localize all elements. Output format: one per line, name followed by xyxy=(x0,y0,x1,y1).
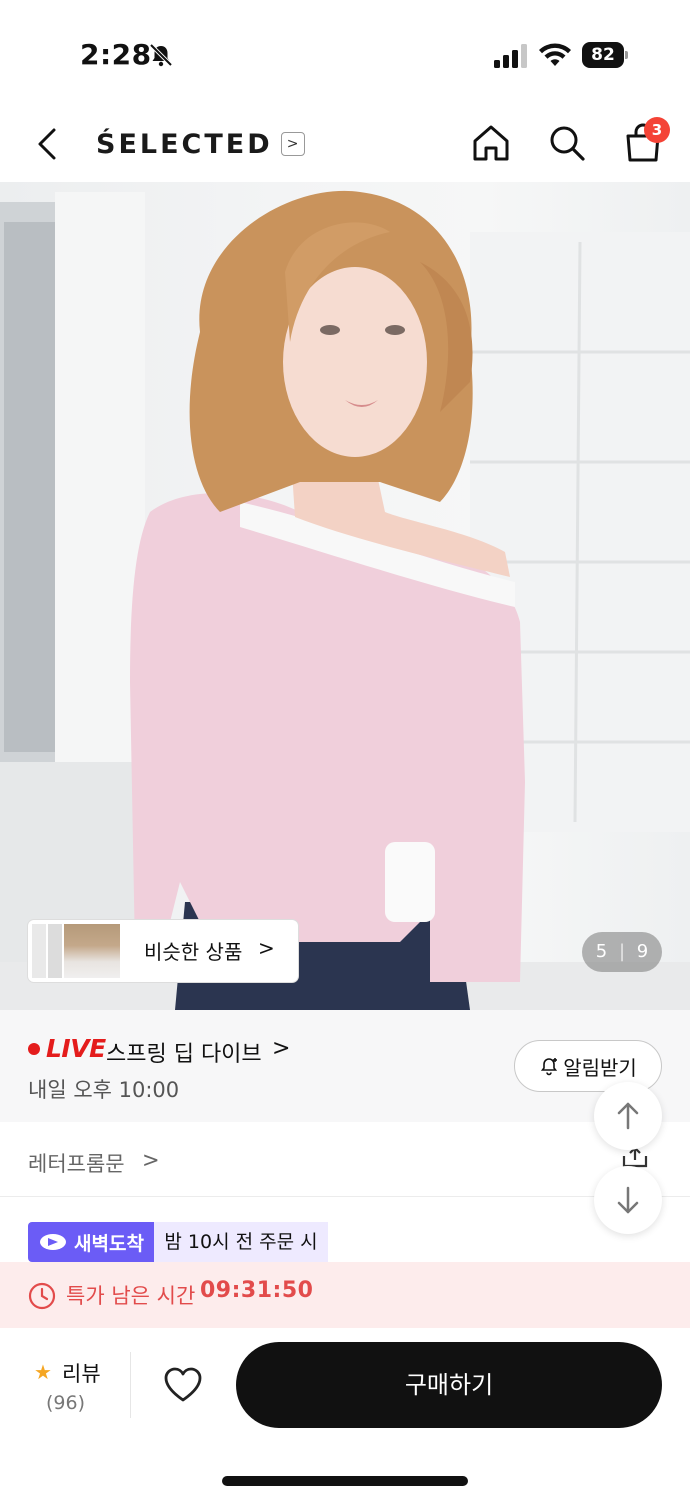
similar-thumbnail xyxy=(64,924,120,978)
notify-label: 알림받기 xyxy=(563,1055,637,1080)
brand-link[interactable]: ŚELECTED > xyxy=(96,126,305,162)
arrow-up-icon xyxy=(617,1102,639,1130)
image-counter: 5 | 9 xyxy=(582,932,662,972)
live-badge: LIVE xyxy=(46,1034,106,1063)
review-count: (96) xyxy=(46,1392,86,1414)
battery-icon: 82 xyxy=(582,42,628,68)
wifi-icon xyxy=(539,43,571,66)
bell-plus-icon xyxy=(541,1058,558,1076)
buy-button[interactable]: 구매하기 xyxy=(236,1342,662,1428)
review-button[interactable]: ★ 리뷰 (96) xyxy=(24,1356,124,1420)
clock-icon xyxy=(28,1282,56,1310)
similar-thumbnail xyxy=(48,924,62,978)
star-icon: ★ xyxy=(34,1360,52,1384)
divider xyxy=(130,1352,131,1418)
heart-icon[interactable] xyxy=(162,1364,204,1406)
similar-products-label: 비슷한 상품 xyxy=(144,940,243,964)
battery-level: 82 xyxy=(591,45,615,65)
live-dot-icon xyxy=(28,1043,40,1055)
chevron-right-icon: > xyxy=(142,1148,160,1172)
deal-timer-label: 특가 남은 시간 xyxy=(66,1284,196,1308)
live-time: 내일 오후 10:00 xyxy=(28,1078,180,1102)
home-icon[interactable] xyxy=(470,122,512,164)
similar-products-button[interactable]: 비슷한 상품 > xyxy=(28,920,298,982)
brand-name: ŚELECTED xyxy=(96,128,273,160)
divider xyxy=(0,1196,690,1197)
arrow-down-icon xyxy=(617,1186,639,1214)
dawn-delivery-note: 밤 10시 전 주문 시 xyxy=(154,1222,328,1262)
scroll-down-button[interactable] xyxy=(594,1166,662,1234)
product-photo[interactable] xyxy=(0,182,690,1010)
chevron-right-icon: > xyxy=(272,1036,291,1061)
cart-count-badge: 3 xyxy=(644,117,670,143)
product-photo-illustration xyxy=(0,190,690,1010)
status-time: 2:28 xyxy=(80,38,152,71)
chevron-right-icon: > xyxy=(280,132,305,156)
review-label: 리뷰 xyxy=(62,1362,101,1386)
home-indicator xyxy=(222,1476,468,1486)
dawn-delivery-badge: 새벽도착 xyxy=(28,1222,154,1262)
back-arrow-icon[interactable] xyxy=(30,124,66,164)
bell-muted-icon xyxy=(149,43,173,67)
dawn-delivery-label: 새벽도착 xyxy=(74,1232,144,1255)
image-counter-total: 9 xyxy=(636,941,649,962)
deal-timer-value: 09:31:50 xyxy=(200,1278,314,1303)
chevron-right-icon: > xyxy=(258,936,275,960)
search-icon[interactable] xyxy=(546,122,588,164)
image-counter-current: 5 xyxy=(595,941,608,962)
delivery-arrow-icon xyxy=(40,1234,66,1250)
cell-signal-icon xyxy=(494,44,527,68)
image-counter-separator: | xyxy=(618,941,626,962)
seller-name[interactable]: 레터프롬문 xyxy=(28,1148,125,1178)
similar-thumbnail xyxy=(32,924,46,978)
live-title[interactable]: 스프링 딥 다이브 xyxy=(106,1036,262,1068)
scroll-up-button[interactable] xyxy=(594,1082,662,1150)
